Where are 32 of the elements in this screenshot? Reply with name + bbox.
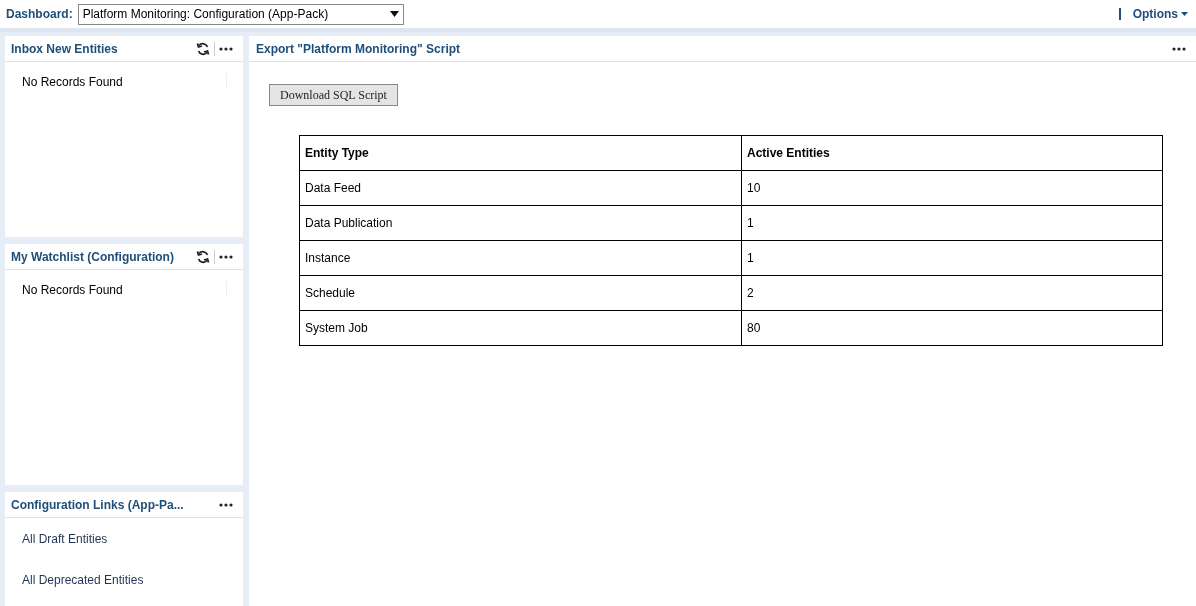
table-cell: 1: [741, 240, 1163, 276]
empty-message: No Records Found: [22, 74, 124, 91]
table-cell: System Job: [299, 310, 742, 346]
caret-icon: [1181, 12, 1188, 16]
table-cell: Data Feed: [299, 170, 742, 206]
panel-title: Inbox New Entities: [11, 40, 119, 58]
refresh-icon[interactable]: [196, 249, 210, 264]
options-menu[interactable]: Options: [1132, 5, 1188, 23]
column-header: Entity Type: [299, 135, 742, 171]
panel-title: Export "Platform Monitoring" Script: [256, 40, 462, 58]
dashboard-select[interactable]: Platform Monitoring: Configuration (App-Pack): [77, 3, 404, 25]
more-icon[interactable]: [219, 502, 233, 507]
more-icon[interactable]: [1172, 46, 1186, 51]
table-cell: 10: [741, 170, 1163, 206]
caret-icon: [389, 11, 399, 17]
more-icon[interactable]: [219, 254, 233, 259]
panel-title: My Watchlist (Configuration): [11, 248, 175, 266]
panel-link[interactable]: All Deprecated Entities: [22, 571, 144, 589]
table-cell: 2: [741, 275, 1163, 311]
refresh-icon[interactable]: [196, 41, 210, 56]
panel-link[interactable]: All Draft Entities: [22, 530, 108, 548]
dashboard-label: Dashboard:: [6, 6, 73, 23]
table-cell: Instance: [299, 240, 742, 276]
column-header: Active Entities: [741, 135, 1163, 171]
panel-title: Configuration Links (App-Pa...: [11, 496, 185, 514]
download-button[interactable]: Download SQL Script: [269, 84, 398, 106]
table-cell: 1: [741, 205, 1163, 241]
table-cell: 80: [741, 310, 1163, 346]
table-cell: Data Publication: [299, 205, 742, 241]
empty-message: No Records Found: [22, 282, 124, 299]
more-icon[interactable]: [219, 46, 233, 51]
table-cell: Schedule: [299, 275, 742, 311]
